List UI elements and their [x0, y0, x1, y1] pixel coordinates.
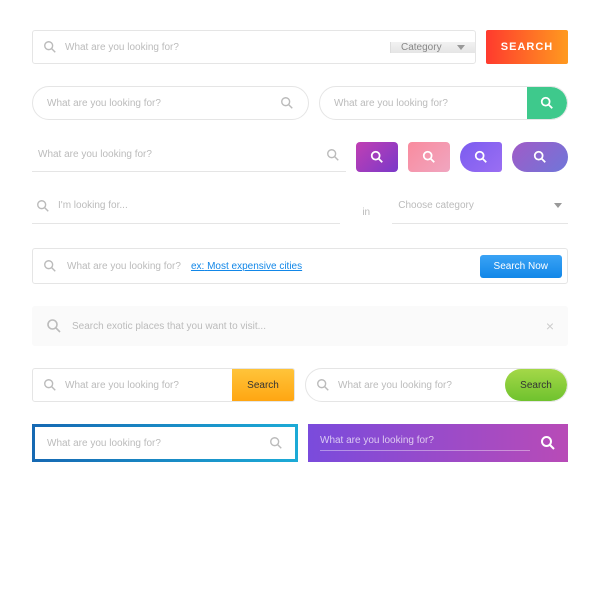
search-input-2a[interactable]	[47, 98, 272, 109]
search-input-7b[interactable]	[338, 380, 495, 391]
search-icon	[46, 318, 62, 334]
chevron-down-icon	[554, 203, 562, 208]
search-icon	[316, 378, 330, 392]
search-input-4[interactable]	[58, 200, 336, 211]
chevron-down-icon	[457, 45, 465, 50]
search-bar-7a: Search	[32, 368, 295, 402]
search-icon	[43, 378, 57, 392]
search-bar-1: Category	[32, 30, 476, 64]
search-input-8b[interactable]	[320, 435, 530, 446]
search-button-gradient-pill[interactable]	[512, 142, 568, 172]
category-dropdown[interactable]: Category	[390, 42, 475, 53]
search-bar-2a	[32, 86, 309, 120]
search-now-button[interactable]: Search Now	[480, 255, 562, 278]
choose-category-label: Choose category	[398, 200, 474, 211]
search-icon[interactable]	[280, 96, 294, 110]
search-button-1[interactable]: SEARCH	[486, 30, 568, 64]
example-link[interactable]: ex: Most expensive cities	[191, 261, 302, 272]
search-bar-4	[32, 194, 340, 224]
search-icon[interactable]	[540, 435, 556, 451]
search-button-7b[interactable]: Search	[505, 369, 567, 401]
in-label: in	[356, 207, 376, 224]
search-icon	[43, 259, 57, 273]
search-bar-8b	[308, 424, 568, 462]
search-input-3[interactable]	[38, 149, 318, 160]
search-button-7a[interactable]: Search	[232, 369, 294, 401]
search-placeholder-5: What are you looking for?	[67, 261, 181, 272]
search-bar-3	[32, 142, 346, 172]
search-button-blue[interactable]	[460, 142, 502, 172]
search-button-pink[interactable]	[408, 142, 450, 172]
search-bar-5: What are you looking for? ex: Most expen…	[32, 248, 568, 284]
close-icon[interactable]: ×	[546, 318, 554, 334]
search-input-8a[interactable]	[47, 438, 259, 449]
search-input-6[interactable]	[72, 321, 536, 332]
search-bar-7b: Search	[305, 368, 568, 402]
search-icon[interactable]	[269, 436, 283, 450]
category-label: Category	[401, 42, 442, 53]
search-icon	[36, 199, 50, 213]
search-icon	[43, 40, 57, 54]
search-button-purple[interactable]	[356, 142, 398, 172]
search-bar-2b	[319, 86, 568, 120]
search-input-1[interactable]	[65, 42, 380, 53]
search-icon	[540, 96, 554, 110]
search-input-7a[interactable]	[65, 380, 222, 391]
search-button-2b[interactable]	[527, 87, 567, 119]
search-bar-8a	[32, 424, 298, 462]
search-icon[interactable]	[326, 148, 340, 162]
search-bar-6: ×	[32, 306, 568, 346]
category-select[interactable]: Choose category	[392, 194, 568, 224]
search-input-2b[interactable]	[334, 98, 515, 109]
